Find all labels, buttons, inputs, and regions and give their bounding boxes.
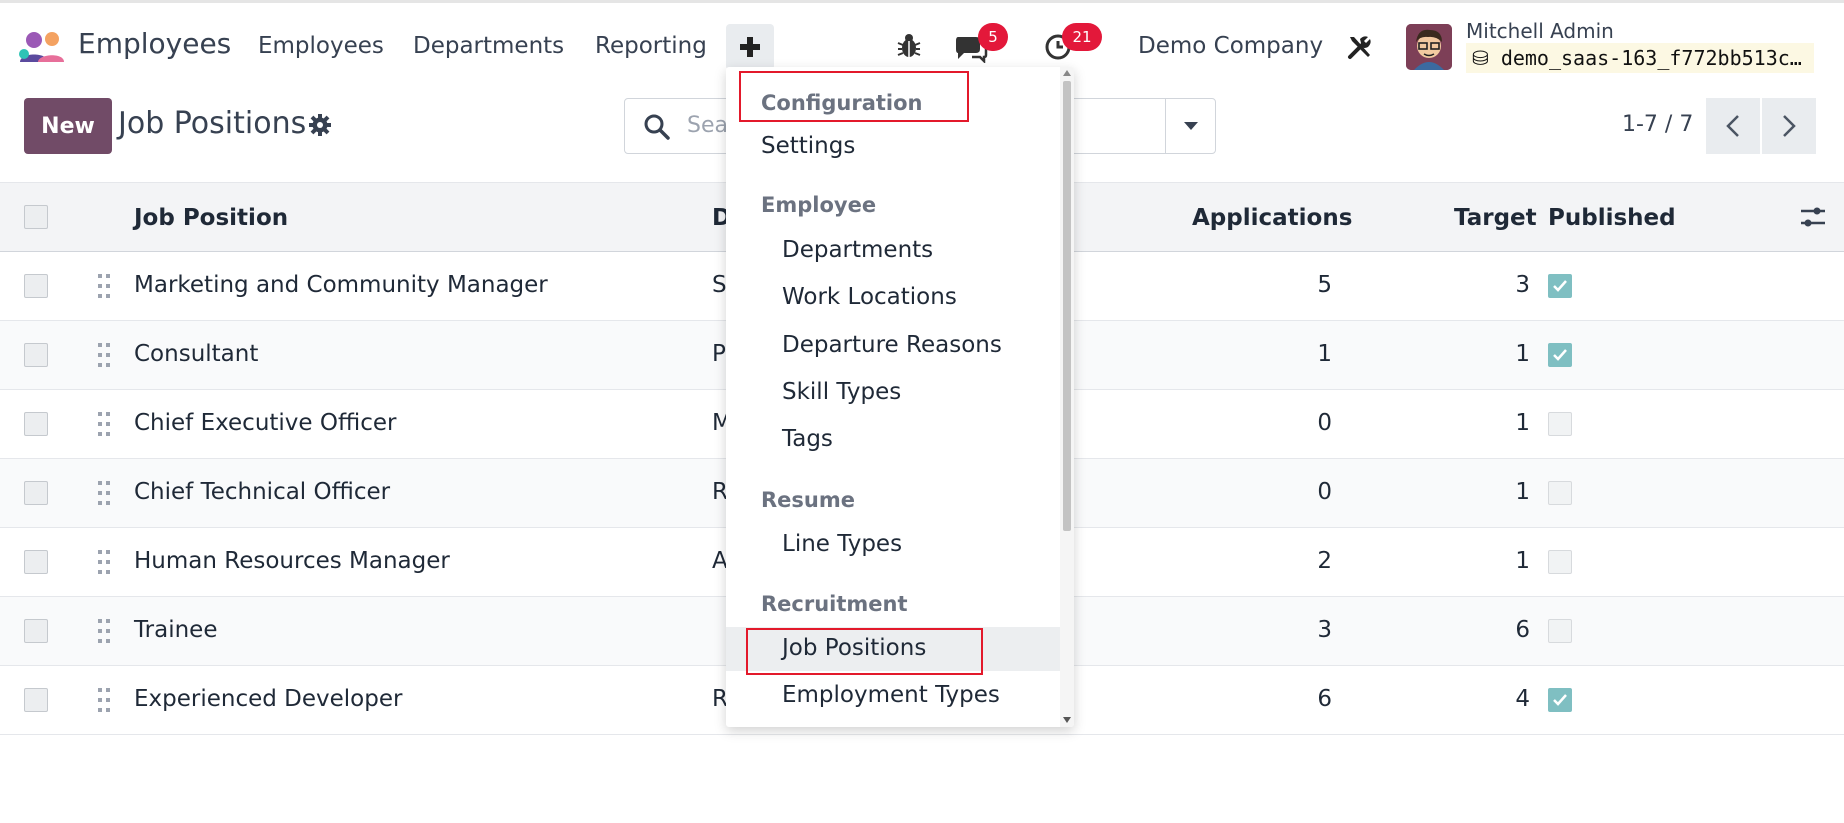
menu-item-employment-types[interactable]: Employment Types — [726, 674, 1060, 718]
row-checkbox[interactable] — [24, 550, 48, 574]
avatar-face-icon — [1406, 24, 1452, 70]
employees-app-logo-icon[interactable] — [18, 30, 66, 64]
drag-handle-icon[interactable] — [97, 342, 111, 368]
target-count: 1 — [1515, 479, 1530, 505]
target-count: 3 — [1515, 272, 1530, 298]
plus-icon — [740, 37, 760, 57]
caret-down-icon — [1183, 122, 1198, 130]
select-all-checkbox[interactable] — [24, 205, 48, 229]
menu-header-recruitment: Recruitment — [761, 592, 908, 616]
gear-icon[interactable] — [308, 113, 332, 137]
drag-handle-icon[interactable] — [97, 549, 111, 575]
pager-next-button[interactable] — [1762, 98, 1816, 154]
published-checkbox[interactable] — [1548, 688, 1572, 712]
menu-item-tags[interactable]: Tags — [726, 418, 1060, 462]
menu-departments[interactable]: Departments — [413, 33, 564, 59]
messages-count-badge: 5 — [978, 23, 1008, 51]
scroll-up-arrow-icon[interactable] — [1063, 70, 1071, 76]
search-icon — [644, 114, 670, 140]
applications-count: 0 — [1317, 410, 1332, 436]
published-checkbox[interactable] — [1548, 619, 1572, 643]
published-checkbox[interactable] — [1548, 274, 1572, 298]
optional-columns-icon[interactable] — [1800, 205, 1826, 229]
highlight-job-positions — [746, 628, 983, 675]
applications-count: 1 — [1317, 341, 1332, 367]
published-checkbox[interactable] — [1548, 481, 1572, 505]
applications-count: 0 — [1317, 479, 1332, 505]
user-avatar[interactable] — [1406, 24, 1452, 70]
job-position-name: Human Resources Manager — [134, 548, 450, 574]
target-count: 1 — [1515, 341, 1530, 367]
chevron-right-icon — [1783, 115, 1796, 137]
menu-scrollbar[interactable] — [1060, 67, 1074, 727]
published-checkbox[interactable] — [1548, 412, 1572, 436]
published-checkbox[interactable] — [1548, 343, 1572, 367]
check-icon — [1553, 694, 1567, 706]
target-count: 6 — [1515, 617, 1530, 643]
check-icon — [1553, 349, 1567, 361]
job-position-name: Trainee — [134, 617, 218, 643]
highlight-configuration — [739, 71, 969, 122]
menu-item-work-locations[interactable]: Work Locations — [726, 276, 1060, 320]
scroll-down-arrow-icon[interactable] — [1063, 717, 1071, 723]
menu-item-settings[interactable]: Settings — [726, 125, 1060, 169]
menu-item-skill-types[interactable]: Skill Types — [726, 371, 1060, 415]
column-target[interactable]: Target — [1454, 205, 1537, 231]
column-published[interactable]: Published — [1548, 205, 1676, 231]
row-checkbox[interactable] — [24, 688, 48, 712]
company-switcher[interactable]: Demo Company — [1138, 33, 1323, 59]
target-count: 4 — [1515, 686, 1530, 712]
pager-previous-button[interactable] — [1706, 98, 1760, 154]
page-title[interactable]: Job Positions — [118, 106, 306, 141]
menu-header-employee: Employee — [761, 193, 877, 217]
new-button[interactable]: New — [24, 98, 112, 154]
configuration-menu-button[interactable] — [726, 24, 774, 70]
drag-handle-icon[interactable] — [97, 411, 111, 437]
menu-item-departments[interactable]: Departments — [726, 229, 1060, 273]
menu-reporting[interactable]: Reporting — [595, 33, 707, 59]
applications-count: 6 — [1317, 686, 1332, 712]
job-position-name: Consultant — [134, 341, 259, 367]
column-applications[interactable]: Applications — [1192, 205, 1352, 231]
drag-handle-icon[interactable] — [97, 273, 111, 299]
menu-header-resume: Resume — [761, 488, 855, 512]
database-name: ⛁ demo_saas-163_f772bb513c... — [1466, 43, 1814, 73]
column-job-position[interactable]: Job Position — [134, 205, 288, 231]
menu-employees[interactable]: Employees — [258, 33, 384, 59]
drag-handle-icon[interactable] — [97, 480, 111, 506]
target-count: 1 — [1515, 410, 1530, 436]
menu-item-departure-reasons[interactable]: Departure Reasons — [726, 324, 1060, 368]
applications-count: 2 — [1317, 548, 1332, 574]
search-options-toggle[interactable] — [1165, 99, 1215, 153]
drag-handle-icon[interactable] — [97, 618, 111, 644]
job-position-name: Chief Executive Officer — [134, 410, 397, 436]
menu-item-line-types[interactable]: Line Types — [726, 523, 1060, 567]
menu-scrollbar-thumb[interactable] — [1063, 81, 1071, 531]
job-position-name: Marketing and Community Manager — [134, 272, 548, 298]
check-icon — [1553, 280, 1567, 292]
row-checkbox[interactable] — [24, 343, 48, 367]
published-checkbox[interactable] — [1548, 550, 1572, 574]
row-checkbox[interactable] — [24, 619, 48, 643]
department-name: P — [712, 341, 726, 367]
pager-value[interactable]: 1-7 / 7 — [1622, 112, 1693, 137]
row-checkbox[interactable] — [24, 412, 48, 436]
search-input[interactable]: Sea — [687, 113, 728, 138]
database-icon: ⛁ — [1472, 46, 1489, 70]
debug-tools-icon[interactable] — [1346, 33, 1374, 61]
row-checkbox[interactable] — [24, 481, 48, 505]
job-position-name: Chief Technical Officer — [134, 479, 391, 505]
row-checkbox[interactable] — [24, 274, 48, 298]
app-name[interactable]: Employees — [78, 27, 231, 60]
user-name[interactable]: Mitchell Admin — [1466, 19, 1614, 43]
department-name: S — [712, 272, 727, 298]
target-count: 1 — [1515, 548, 1530, 574]
applications-count: 3 — [1317, 617, 1332, 643]
activities-count-badge: 21 — [1062, 23, 1102, 51]
job-position-name: Experienced Developer — [134, 686, 403, 712]
bug-icon[interactable] — [896, 31, 922, 59]
drag-handle-icon[interactable] — [97, 687, 111, 713]
chevron-left-icon — [1726, 115, 1739, 137]
applications-count: 5 — [1317, 272, 1332, 298]
